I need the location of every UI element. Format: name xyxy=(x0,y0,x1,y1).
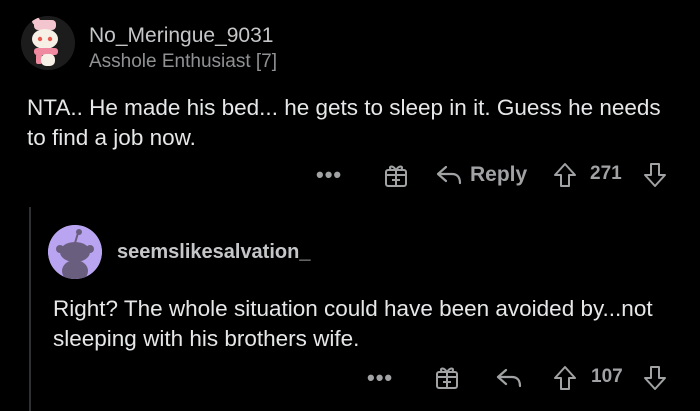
reply-button[interactable] xyxy=(496,364,522,392)
avatar[interactable] xyxy=(21,16,75,70)
avatar[interactable] xyxy=(48,225,102,279)
reply-label: Reply xyxy=(470,163,528,186)
downvote-button[interactable] xyxy=(642,161,668,189)
more-options-button[interactable]: ••• xyxy=(316,162,342,188)
reply-body: Right? The whole situation could have be… xyxy=(53,296,653,351)
downvote-button[interactable] xyxy=(642,364,668,392)
more-options-button[interactable]: ••• xyxy=(367,365,393,391)
reply-username[interactable]: seemslikesalvation_ xyxy=(117,241,310,264)
vote-score: 271 xyxy=(590,163,622,184)
reply-arrow-icon xyxy=(436,165,462,185)
award-button[interactable] xyxy=(434,364,460,390)
gift-icon xyxy=(436,367,458,389)
vote-score: 107 xyxy=(591,366,623,387)
reply-arrow-icon xyxy=(496,368,522,388)
default-snoo-avatar-icon xyxy=(48,225,102,279)
reply-button[interactable]: Reply xyxy=(436,161,527,189)
award-button[interactable] xyxy=(383,162,409,188)
user-flair: Asshole Enthusiast [7] xyxy=(89,51,277,72)
upvote-button[interactable] xyxy=(552,364,578,392)
comment-body: NTA.. He made his bed... he gets to slee… xyxy=(27,95,661,150)
upvote-arrow-icon xyxy=(554,163,576,187)
thread-line[interactable] xyxy=(29,207,31,411)
upvote-arrow-icon xyxy=(554,366,576,390)
snoo-avatar-icon xyxy=(21,16,75,70)
downvote-arrow-icon xyxy=(644,163,666,187)
downvote-arrow-icon xyxy=(644,366,666,390)
comment-username[interactable]: No_Meringue_9031 xyxy=(89,24,273,48)
gift-icon xyxy=(385,165,407,187)
upvote-button[interactable] xyxy=(552,161,578,189)
